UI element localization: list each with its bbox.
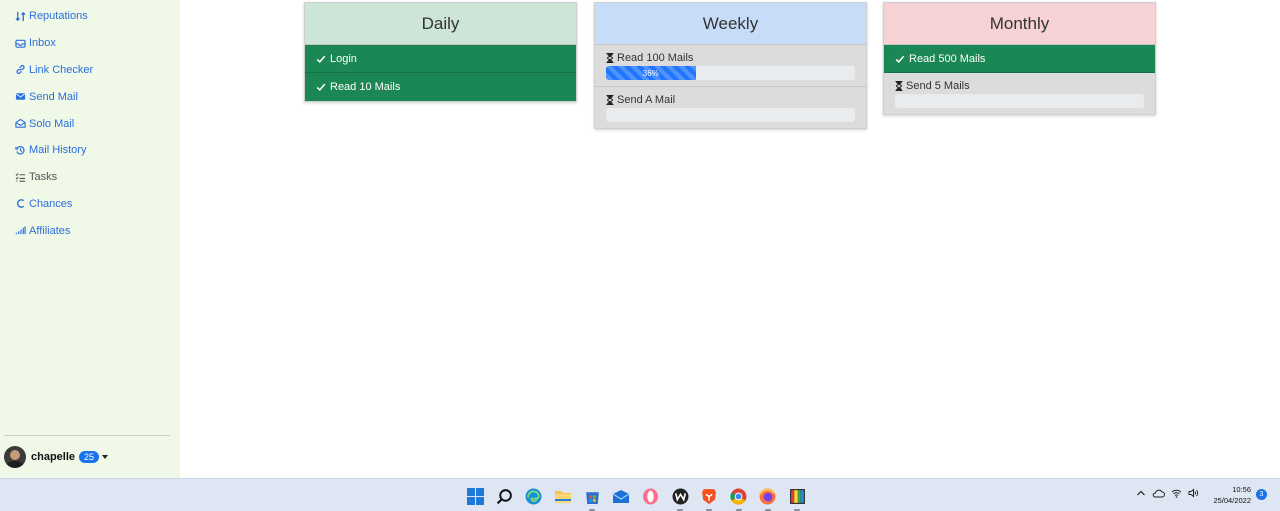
task-list-icon <box>15 172 26 182</box>
sidebar-item-inbox[interactable]: Inbox <box>0 30 180 57</box>
task-item: Read 10 Mails <box>305 73 576 101</box>
task-progress <box>895 94 1144 108</box>
inbox-icon <box>15 39 26 48</box>
task-item: Send A Mail <box>595 87 866 128</box>
task-label: Login <box>330 52 357 65</box>
wifi-icon[interactable] <box>1171 488 1182 498</box>
task-label: Read 10 Mails <box>330 81 401 93</box>
sidebar-item-solo-mail[interactable]: Solo Mail <box>0 110 180 137</box>
task-label: Read 500 Mails <box>909 52 986 65</box>
sidebar-item-send-mail[interactable]: Send Mail <box>0 83 180 110</box>
history-icon <box>15 145 25 155</box>
card-title: Monthly <box>884 3 1155 45</box>
task-progress <box>606 108 855 122</box>
progress-bar: 36% <box>606 66 696 80</box>
weekly-tasks-card: Weekly Read 100 Mails 36% Send A Mail <box>594 2 867 129</box>
opera-icon[interactable] <box>640 486 662 506</box>
sidebar-item-chances[interactable]: Chances <box>0 191 180 218</box>
system-clock[interactable]: 10:56 25/04/2022 <box>1206 484 1251 506</box>
task-line: Read 100 Mails <box>606 52 855 64</box>
sidebar-nav: Reputations Inbox Link Checker Send Mail… <box>0 0 180 244</box>
chances-icon <box>17 199 25 209</box>
store-icon[interactable] <box>581 486 603 511</box>
avatar[interactable] <box>4 446 26 468</box>
task-label: Send 5 Mails <box>906 80 970 92</box>
firefox-icon[interactable] <box>757 486 779 511</box>
sidebar: Reputations Inbox Link Checker Send Mail… <box>0 0 180 478</box>
task-item: Send 5 Mails <box>884 73 1155 114</box>
file-explorer-icon[interactable] <box>552 486 574 506</box>
username[interactable]: chapelle <box>31 451 75 463</box>
check-icon <box>316 55 326 63</box>
card-title: Weekly <box>595 3 866 45</box>
task-item: Read 500 Mails <box>884 45 1155 73</box>
task-progress: 36% <box>606 66 855 80</box>
chevron-down-icon[interactable] <box>102 455 109 459</box>
sidebar-item-label: Send Mail <box>29 90 78 103</box>
sidebar-item-label: Tasks <box>29 171 58 184</box>
edge-icon[interactable] <box>523 486 545 506</box>
task-label: Read 100 Mails <box>617 52 694 64</box>
check-icon <box>316 83 326 92</box>
mail-icon[interactable] <box>610 486 632 506</box>
hourglass-icon <box>895 81 903 91</box>
sidebar-item-label: Solo Mail <box>29 117 75 130</box>
clock-time: 10:56 <box>1232 485 1251 494</box>
sidebar-item-label: Link Checker <box>29 63 94 76</box>
daily-tasks-card: Daily Login Read 10 Mails <box>304 2 577 102</box>
chrome-icon[interactable] <box>728 486 750 511</box>
cloud-icon[interactable] <box>1152 488 1165 498</box>
task-item: Login <box>305 45 576 73</box>
user-level-badge: 25 <box>79 451 100 463</box>
sidebar-item-reputations[interactable]: Reputations <box>0 3 180 30</box>
sidebar-item-label: Affiliates <box>29 224 71 237</box>
sidebar-item-affiliates[interactable]: Affiliates <box>0 217 180 244</box>
signal-bars-icon <box>15 226 26 235</box>
search-icon[interactable] <box>493 486 515 506</box>
task-item: Read 100 Mails 36% <box>595 45 866 87</box>
sidebar-item-link-checker[interactable]: Link Checker <box>0 57 180 84</box>
clock-date: 25/04/2022 <box>1213 496 1251 505</box>
chevron-up-icon[interactable] <box>1136 488 1146 498</box>
notification-badge[interactable]: 3 <box>1256 489 1267 500</box>
task-line: Send 5 Mails <box>895 80 1144 92</box>
system-tray <box>1136 488 1205 498</box>
sidebar-item-label: Mail History <box>29 144 87 157</box>
envelope-open-icon <box>15 118 26 128</box>
sort-arrows-icon <box>15 11 26 21</box>
card-title: Daily <box>305 3 576 45</box>
brave-icon[interactable] <box>698 486 720 511</box>
hourglass-icon <box>606 53 614 63</box>
task-line: Send A Mail <box>606 94 855 106</box>
monthly-tasks-card: Monthly Read 500 Mails Send 5 Mails <box>883 2 1156 115</box>
sidebar-item-tasks[interactable]: Tasks <box>0 164 180 191</box>
link-icon <box>16 65 25 75</box>
sidebar-item-label: Chances <box>29 197 73 210</box>
sidebar-divider <box>4 435 170 436</box>
volume-icon[interactable] <box>1188 488 1199 498</box>
os-taskbar: 10:56 25/04/2022 3 <box>0 478 1280 511</box>
paint-icon[interactable] <box>786 486 808 511</box>
user-menu[interactable]: chapelle 25 <box>4 446 109 468</box>
sidebar-item-label: Inbox <box>29 37 56 50</box>
task-label: Send A Mail <box>617 94 676 106</box>
check-icon <box>895 55 905 63</box>
sidebar-item-mail-history[interactable]: Mail History <box>0 137 180 164</box>
sidebar-item-label: Reputations <box>29 10 88 23</box>
envelope-icon <box>15 93 26 100</box>
taskbar-apps <box>464 486 816 511</box>
windows-start-icon[interactable] <box>464 486 486 506</box>
wattpad-icon[interactable] <box>669 486 691 511</box>
hourglass-icon <box>606 95 614 105</box>
